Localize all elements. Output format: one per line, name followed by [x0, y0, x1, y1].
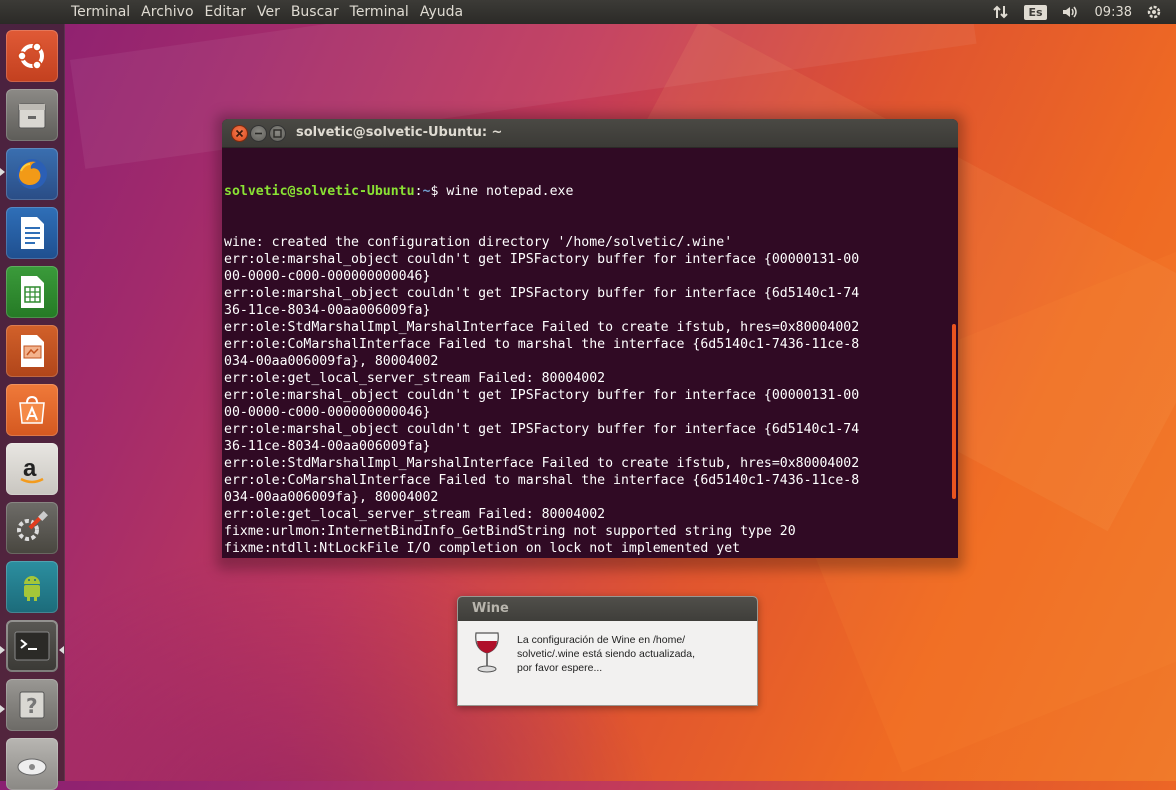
svg-text:?: ? — [26, 694, 38, 718]
dialog-title[interactable]: Wine — [458, 597, 757, 621]
output-line: err:ole:CoMarshalInterface Failed to mar… — [224, 337, 860, 352]
menu-ver[interactable]: Ver — [257, 4, 280, 20]
running-indicator — [0, 168, 5, 176]
svg-text:a: a — [23, 455, 37, 482]
scrollbar[interactable] — [952, 324, 956, 499]
indicator-area: Es 09:38 — [992, 0, 1162, 24]
firefox-icon[interactable] — [6, 148, 58, 200]
output-line: 36-11ce-8034-00aa006009fa} — [224, 439, 431, 454]
ubuntu-software-icon[interactable] — [6, 384, 58, 436]
output-line: 034-00aa006009fa}, 80004002 — [224, 354, 439, 369]
running-indicator — [0, 646, 5, 654]
output-lines: wine: created the configuration director… — [224, 234, 958, 558]
output-line: 00-0000-c000-000000000046} — [224, 405, 431, 420]
output-line: wine: created the configuration director… — [224, 235, 733, 250]
volume-icon[interactable] — [1061, 4, 1081, 20]
minimize-button[interactable] — [250, 125, 267, 142]
output-line: err:ole:marshal_object couldn't get IPSF… — [224, 422, 860, 437]
power-gear-icon[interactable] — [1146, 4, 1162, 20]
maximize-button[interactable] — [269, 125, 286, 142]
close-button[interactable] — [231, 125, 248, 142]
output-line: err:ole:CoMarshalInterface Failed to mar… — [224, 473, 860, 488]
menu-app-terminal[interactable]: Terminal — [71, 4, 130, 20]
menu-ayuda[interactable]: Ayuda — [420, 4, 463, 20]
system-settings-icon[interactable] — [6, 502, 58, 554]
minimize-icon — [255, 132, 262, 135]
wine-glass-icon — [472, 629, 502, 681]
maximize-icon — [273, 129, 282, 138]
command-text: wine notepad.exe — [438, 184, 574, 199]
output-line: err:ole:get_local_server_stream Failed: … — [224, 371, 606, 386]
disk-icon[interactable] — [6, 738, 58, 790]
network-transfer-icon[interactable] — [992, 4, 1010, 20]
menu-terminal[interactable]: Terminal — [350, 4, 409, 20]
output-line: 034-00aa006009fa}, 80004002 — [224, 490, 439, 505]
libreoffice-impress-icon[interactable] — [6, 325, 58, 377]
output-line: err:ole:marshal_object couldn't get IPSF… — [224, 252, 860, 267]
amazon-icon[interactable]: a — [6, 443, 58, 495]
dialog-message: La configuración de Wine en /home/solvet… — [517, 633, 742, 675]
libreoffice-writer-icon[interactable] — [6, 207, 58, 259]
message-line: por favor espere... — [517, 662, 603, 674]
running-indicator — [0, 705, 5, 713]
output-line: err:ole:marshal_object couldn't get IPSF… — [224, 286, 860, 301]
output-line: err:ole:marshal_object couldn't get IPSF… — [224, 388, 860, 403]
output-line: err:ole:get_local_server_stream Failed: … — [224, 507, 606, 522]
top-panel: Terminal Archivo Editar Ver Buscar Termi… — [0, 0, 1176, 24]
output-line: fixme:ntdll:NtLockFile I/O completion on… — [224, 541, 741, 556]
menu-archivo[interactable]: Archivo — [141, 4, 193, 20]
prompt-line: solvetic@solvetic-Ubuntu:~$ wine notepad… — [224, 183, 958, 200]
prompt-separator: : — [414, 184, 423, 199]
wine-dialog[interactable]: Wine La configuración de Wine en /home/s… — [457, 596, 758, 706]
terminal-output[interactable]: solvetic@solvetic-Ubuntu:~$ wine notepad… — [222, 148, 958, 558]
close-icon — [235, 129, 244, 138]
focus-indicator — [59, 646, 64, 654]
keyboard-layout-icon[interactable]: Es — [1024, 4, 1047, 20]
libreoffice-calc-icon[interactable] — [6, 266, 58, 318]
launcher: a ? — [0, 24, 65, 790]
output-line: fixme:urlmon:InternetBindInfo_GetBindStr… — [224, 524, 796, 539]
menu-editar[interactable]: Editar — [205, 4, 246, 20]
android-studio-icon[interactable] — [6, 561, 58, 613]
output-line: err:mscoree:LoadLibraryShim error readin… — [224, 557, 958, 558]
dialog-content: La configuración de Wine en /home/solvet… — [458, 621, 757, 705]
window-title: solvetic@solvetic-Ubuntu: ~ — [296, 125, 503, 140]
ubuntu-dash-icon[interactable] — [6, 30, 58, 82]
menu-bar: Terminal Archivo Editar Ver Buscar Termi… — [71, 4, 474, 20]
output-line: err:ole:StdMarshalImpl_MarshalInterface … — [224, 320, 860, 335]
message-line: solvetic/.wine está siendo actualizada, — [517, 648, 696, 660]
output-line: 36-11ce-8034-00aa006009fa} — [224, 303, 431, 318]
help-icon[interactable]: ? — [6, 679, 58, 731]
output-line: 00-0000-c000-000000000046} — [224, 269, 431, 284]
message-line: La configuración de Wine en /home/ — [517, 634, 686, 646]
clock[interactable]: 09:38 — [1095, 5, 1132, 20]
files-icon[interactable] — [6, 89, 58, 141]
menu-buscar[interactable]: Buscar — [291, 4, 339, 20]
output-line: err:ole:StdMarshalImpl_MarshalInterface … — [224, 456, 860, 471]
terminal-window[interactable]: solvetic@solvetic-Ubuntu: ~ solvetic@sol… — [222, 119, 958, 558]
terminal-icon[interactable] — [6, 620, 58, 672]
terminal-titlebar[interactable]: solvetic@solvetic-Ubuntu: ~ — [222, 119, 958, 148]
prompt-user: solvetic@solvetic-Ubuntu — [224, 184, 415, 199]
